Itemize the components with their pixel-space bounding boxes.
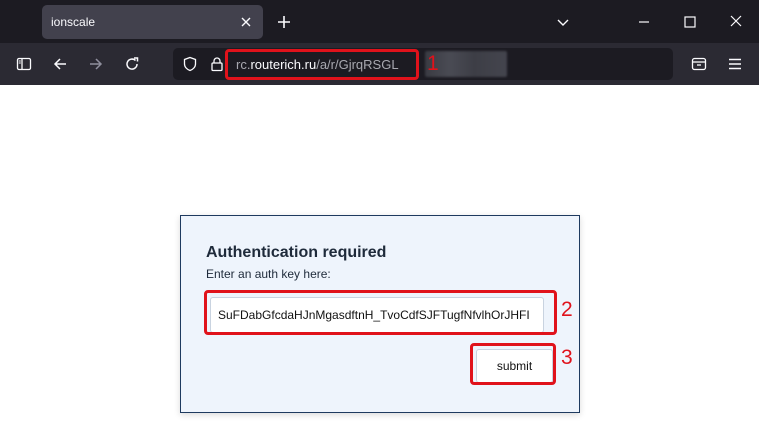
auth-title: Authentication required	[206, 244, 387, 261]
window-close-icon[interactable]	[729, 14, 743, 28]
close-icon[interactable]	[238, 14, 254, 30]
maximize-icon[interactable]	[683, 15, 697, 29]
minimize-icon[interactable]	[637, 15, 651, 29]
new-tab-plus-icon[interactable]	[276, 14, 292, 30]
browser-window: ionscale rc.routerich.ru/a/r/GjrqRSGL 1 …	[0, 0, 759, 439]
page-content: Authentication required Enter an auth ke…	[0, 85, 759, 439]
annotation-box-submit	[470, 343, 556, 385]
tab-strip: ionscale	[0, 0, 759, 43]
sidebar-icon[interactable]	[16, 56, 32, 72]
reload-icon[interactable]	[124, 56, 140, 72]
tab-ionscale[interactable]: ionscale	[42, 5, 263, 39]
annotation-number: 2	[561, 298, 573, 321]
annotation-box-url	[225, 49, 419, 80]
pocket-icon[interactable]	[691, 56, 707, 72]
annotation-box-input	[204, 290, 557, 335]
shield-icon[interactable]	[182, 56, 198, 72]
lock-icon[interactable]	[209, 56, 225, 72]
annotation-number: 1	[427, 52, 439, 75]
annotation-number: 3	[561, 346, 573, 369]
back-arrow-icon[interactable]	[52, 56, 68, 72]
auth-subtitle: Enter an auth key here:	[206, 267, 331, 281]
forward-arrow-icon[interactable]	[88, 56, 104, 72]
chevron-down-icon[interactable]	[556, 15, 570, 29]
hamburger-menu-icon[interactable]	[727, 56, 743, 72]
tab-title: ionscale	[51, 15, 96, 29]
